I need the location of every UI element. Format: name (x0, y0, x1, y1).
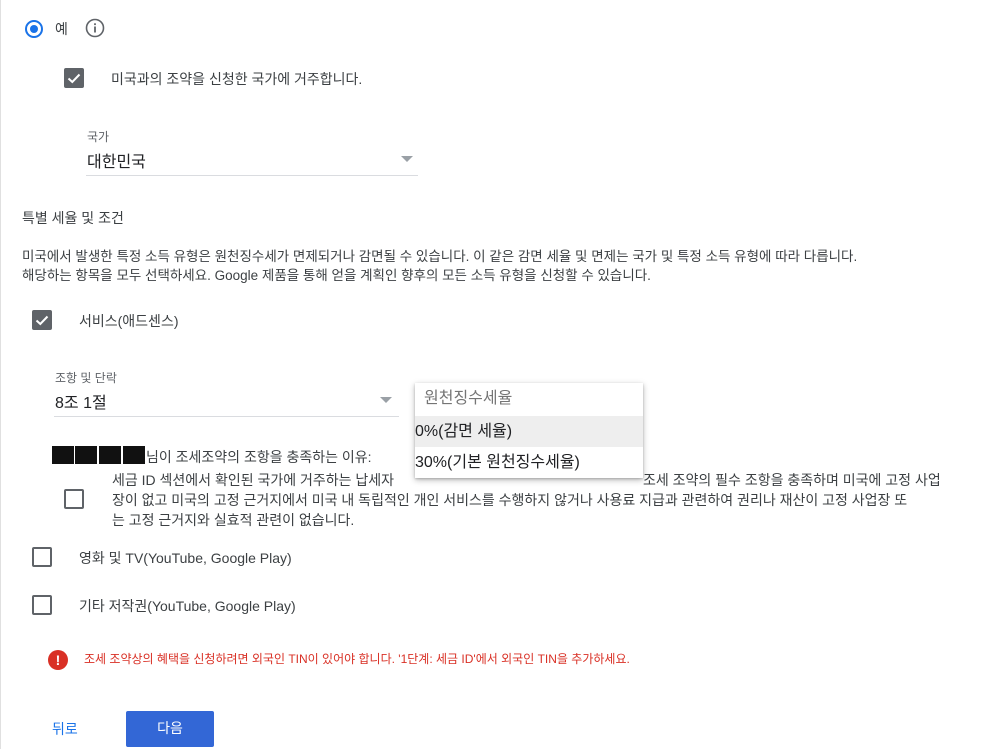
resident-yes-label: 예 (55, 21, 68, 37)
movies-tv-label: 영화 및 TV(YouTube, Google Play) (79, 550, 292, 566)
reason-checkbox[interactable] (64, 489, 84, 509)
redacted-name (75, 446, 97, 464)
next-button[interactable]: 다음 (126, 711, 214, 747)
withholding-rate-dropdown[interactable]: 원천징수세율 0%(감면 세율) 30%(기본 원천징수세율) (415, 383, 643, 478)
article-value: 8조 1절 (55, 395, 107, 412)
special-rates-description-1: 미국에서 발생한 특정 소득 유형은 원천징수세가 면제되거나 감면될 수 있습… (22, 249, 858, 264)
error-icon: ! (48, 650, 68, 670)
withholding-option-standard[interactable]: 30%(기본 원천징수세율) (415, 447, 643, 478)
special-rates-description-2: 해당하는 항목을 모두 선택하세요. Google 제품을 통해 얻을 계획인 … (22, 268, 651, 283)
article-underline (54, 416, 399, 417)
redacted-name (52, 446, 74, 464)
info-icon[interactable] (85, 18, 105, 38)
chevron-down-icon (401, 156, 413, 162)
withholding-rate-placeholder: 원천징수세율 (424, 390, 513, 407)
other-copyright-checkbox[interactable] (32, 595, 52, 615)
services-checkbox[interactable] (32, 310, 52, 330)
country-select[interactable]: 대한민국 (86, 142, 418, 176)
article-select[interactable]: 8조 1절 (54, 383, 399, 417)
chevron-down-icon (380, 397, 392, 403)
treaty-country-label: 미국과의 조약을 신청한 국가에 거주합니다. (111, 71, 363, 87)
other-copyright-label: 기타 저작권(YouTube, Google Play) (79, 598, 296, 614)
reason-line-2: 장이 없고 미국의 고정 근거지에서 미국 내 독립적인 개인 서비스를 수행하… (112, 492, 908, 508)
special-rates-heading: 특별 세율 및 조건 (22, 210, 124, 226)
services-label: 서비스(애드센스) (79, 313, 179, 329)
reason-line-1-tail: 조세 조약의 필수 조항을 충족하며 미국에 고정 사업 (643, 472, 941, 488)
treaty-country-checkbox[interactable] (64, 68, 84, 88)
country-value: 대한민국 (87, 154, 146, 171)
withholding-option-reduced[interactable]: 0%(감면 세율) (415, 416, 643, 447)
left-border (0, 0, 1, 749)
movies-tv-checkbox[interactable] (32, 547, 52, 567)
back-button[interactable]: 뒤로 (52, 719, 78, 739)
reason-line-1: 세금 ID 섹션에서 확인된 국가에 거주하는 납세자 (112, 472, 395, 488)
country-underline (86, 175, 418, 176)
resident-yes-radio[interactable] (25, 20, 43, 38)
reason-line-3: 는 고정 근거지와 실효적 관련이 없습니다. (112, 512, 355, 528)
redacted-name (99, 446, 121, 464)
error-message: 조세 조약상의 혜택을 신청하려면 외국인 TIN이 있어야 합니다. '1단계… (84, 652, 630, 666)
redacted-name (123, 446, 145, 464)
reason-intro: 님이 조세조약의 조항을 충족하는 이유: (146, 449, 372, 465)
